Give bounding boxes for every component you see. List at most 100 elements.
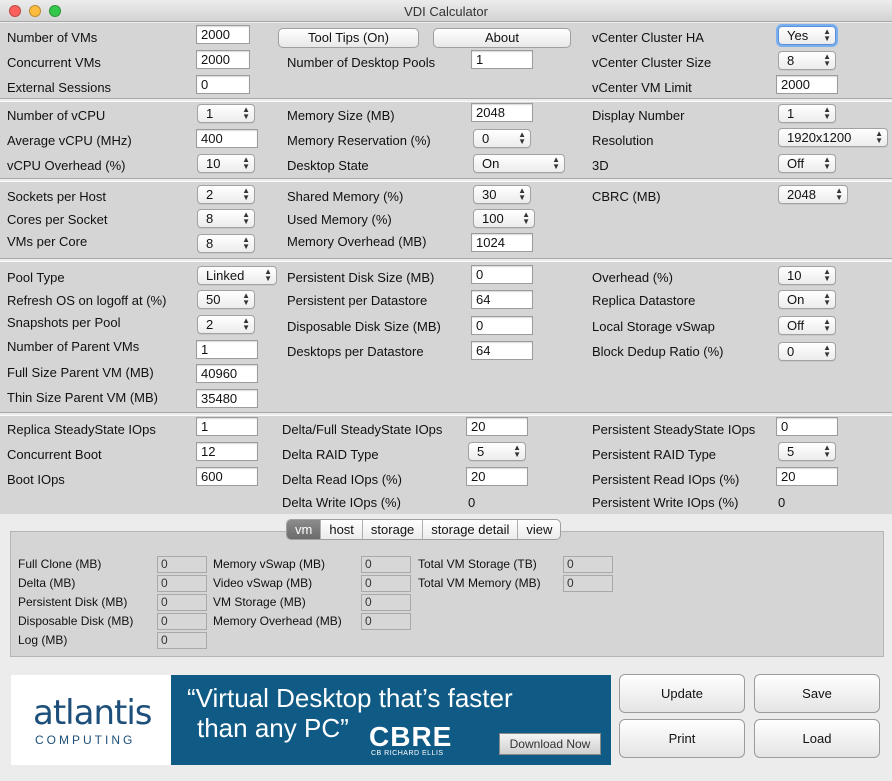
ad-banner[interactable]: atlantis COMPUTING “Virtual Desktop that… bbox=[11, 675, 611, 765]
vm-limit-input[interactable]: 2000 bbox=[776, 75, 838, 94]
delta-steady-input[interactable]: 20 bbox=[466, 417, 528, 436]
refresh-label: Refresh OS on logoff at (%) bbox=[7, 293, 167, 308]
desktop-pools-input[interactable]: 1 bbox=[471, 50, 533, 69]
vcpu-overhead-label: vCPU Overhead (%) bbox=[7, 158, 126, 173]
sockets-label: Sockets per Host bbox=[7, 189, 106, 204]
sockets-select[interactable]: 2 ▲ ▼ bbox=[197, 185, 255, 204]
stepper-arrows-icon: ▲ ▼ bbox=[823, 291, 831, 307]
parent-vms-input[interactable]: 1 bbox=[196, 340, 258, 359]
persistent-raid-value: 5 bbox=[787, 444, 795, 459]
cbrc-select[interactable]: 2048 ▲ ▼ bbox=[778, 185, 848, 204]
results-panel: Full Clone (MB) 0 Delta (MB) 0 Persisten… bbox=[10, 531, 884, 657]
replica-ds-select[interactable]: On ▲ ▼ bbox=[778, 290, 836, 309]
stepper-arrows-icon: ▲ ▼ bbox=[242, 235, 250, 251]
total-storage-output: 0 bbox=[563, 556, 613, 573]
log-output: 0 bbox=[157, 632, 207, 649]
desktop-state-value: On bbox=[482, 156, 500, 171]
stepper-arrows-icon: ▲ ▼ bbox=[835, 186, 843, 202]
delta-raid-label: Delta RAID Type bbox=[282, 447, 379, 462]
tab-view[interactable]: view bbox=[518, 520, 560, 539]
dedup-select[interactable]: 0 ▲ ▼ bbox=[778, 342, 836, 361]
load-button[interactable]: Load bbox=[754, 719, 880, 758]
cbre-logo-subtitle: CB RICHARD ELLIS bbox=[371, 750, 444, 757]
stepper-arrows-icon: ▲ ▼ bbox=[242, 210, 250, 226]
replica-steady-input[interactable]: 1 bbox=[196, 417, 258, 436]
delta-raid-select[interactable]: 5 ▲ ▼ bbox=[468, 442, 526, 461]
memory-overhead-label: Memory Overhead (MB) bbox=[287, 234, 427, 249]
used-memory-select[interactable]: 100 ▲ ▼ bbox=[473, 209, 535, 228]
persistent-read-input[interactable]: 20 bbox=[776, 467, 838, 486]
memory-overhead-output-label: Memory Overhead (MB) bbox=[213, 614, 342, 628]
persistent-per-ds-input[interactable]: 64 bbox=[471, 290, 533, 309]
memory-size-input[interactable]: 2048 bbox=[471, 103, 533, 122]
video-vswap-output: 0 bbox=[361, 575, 411, 592]
persistent-steady-input[interactable]: 0 bbox=[776, 417, 838, 436]
cluster-ha-select[interactable]: Yes ▲ ▼ bbox=[778, 26, 836, 45]
boot-iops-input[interactable]: 600 bbox=[196, 467, 258, 486]
vms-per-core-value: 8 bbox=[206, 236, 214, 251]
refresh-select[interactable]: 50 ▲ ▼ bbox=[197, 290, 255, 309]
external-sessions-input[interactable]: 0 bbox=[196, 75, 250, 94]
tab-vm[interactable]: vm bbox=[287, 520, 322, 539]
desktops-per-ds-input[interactable]: 64 bbox=[471, 341, 533, 360]
local-vswap-value: Off bbox=[787, 318, 805, 333]
tab-storage[interactable]: storage bbox=[363, 520, 424, 539]
delta-read-input[interactable]: 20 bbox=[466, 467, 528, 486]
desktop-state-select[interactable]: On ▲ ▼ bbox=[473, 154, 565, 173]
persistent-raid-select[interactable]: 5 ▲ ▼ bbox=[778, 442, 836, 461]
full-parent-input[interactable]: 40960 bbox=[196, 364, 258, 383]
log-output-label: Log (MB) bbox=[18, 633, 68, 647]
download-now-button[interactable]: Download Now bbox=[499, 733, 601, 755]
concurrent-vms-input[interactable]: 2000 bbox=[196, 50, 250, 69]
pool-type-select[interactable]: Linked ▲ ▼ bbox=[197, 266, 277, 285]
delta-write-value: 0 bbox=[468, 495, 476, 510]
print-button[interactable]: Print bbox=[619, 719, 745, 758]
tooltips-toggle-button[interactable]: Tool Tips (On) bbox=[278, 28, 419, 48]
cores-select[interactable]: 8 ▲ ▼ bbox=[197, 209, 255, 228]
num-vms-input[interactable]: 2000 bbox=[196, 25, 250, 44]
ad-brand-area: atlantis COMPUTING bbox=[11, 675, 171, 765]
shared-memory-select[interactable]: 30 ▲ ▼ bbox=[473, 185, 531, 204]
delta-write-label: Delta Write IOps (%) bbox=[282, 495, 401, 510]
replica-ds-label: Replica Datastore bbox=[592, 293, 696, 308]
parent-vms-label: Number of Parent VMs bbox=[7, 339, 140, 354]
display-number-label: Display Number bbox=[592, 108, 685, 123]
persistent-disk-output: 0 bbox=[157, 594, 207, 611]
display-number-select[interactable]: 1 ▲ ▼ bbox=[778, 104, 836, 123]
used-memory-value: 100 bbox=[482, 211, 504, 226]
save-button[interactable]: Save bbox=[754, 674, 880, 713]
stepper-arrows-icon: ▲ ▼ bbox=[522, 210, 530, 226]
persistent-disk-output-label: Persistent Disk (MB) bbox=[18, 595, 128, 609]
memory-reservation-value: 0 bbox=[482, 131, 490, 146]
threed-select[interactable]: Off ▲ ▼ bbox=[778, 154, 836, 173]
stepper-arrows-icon: ▲ ▼ bbox=[242, 316, 250, 332]
snapshots-value: 2 bbox=[206, 317, 214, 332]
avg-vcpu-label: Average vCPU (MHz) bbox=[7, 133, 132, 148]
snapshots-select[interactable]: 2 ▲ ▼ bbox=[197, 315, 255, 334]
disposable-disk-input[interactable]: 0 bbox=[471, 316, 533, 335]
num-vcpu-select[interactable]: 1 ▲ ▼ bbox=[197, 104, 255, 123]
tab-host[interactable]: host bbox=[321, 520, 363, 539]
update-button[interactable]: Update bbox=[619, 674, 745, 713]
memory-overhead-input[interactable]: 1024 bbox=[471, 233, 533, 252]
about-button[interactable]: About bbox=[433, 28, 571, 48]
atlantis-logo: atlantis bbox=[33, 693, 152, 733]
cluster-size-select[interactable]: 8 ▲ ▼ bbox=[778, 51, 836, 70]
persistent-disk-input[interactable]: 0 bbox=[471, 265, 533, 284]
stepper-arrows-icon: ▲ ▼ bbox=[823, 317, 831, 333]
resolution-select[interactable]: 1920x1200 ▲ ▼ bbox=[778, 128, 888, 147]
dedup-label: Block Dedup Ratio (%) bbox=[592, 344, 724, 359]
local-vswap-select[interactable]: Off ▲ ▼ bbox=[778, 316, 836, 335]
vcpu-overhead-select[interactable]: 10 ▲ ▼ bbox=[197, 154, 255, 173]
num-vcpu-value: 1 bbox=[206, 106, 214, 121]
thin-parent-input[interactable]: 35480 bbox=[196, 389, 258, 408]
avg-vcpu-input[interactable]: 400 bbox=[196, 129, 258, 148]
full-clone-label: Full Clone (MB) bbox=[18, 557, 102, 571]
concurrent-boot-input[interactable]: 12 bbox=[196, 442, 258, 461]
overhead-select[interactable]: 10 ▲ ▼ bbox=[778, 266, 836, 285]
tab-storage-detail[interactable]: storage detail bbox=[423, 520, 519, 539]
memory-reservation-select[interactable]: 0 ▲ ▼ bbox=[473, 129, 531, 148]
cores-label: Cores per Socket bbox=[7, 212, 108, 227]
vms-per-core-select[interactable]: 8 ▲ ▼ bbox=[197, 234, 255, 253]
pool-storage-section: Pool Type Linked ▲ ▼ Refresh OS on logoff … bbox=[0, 262, 892, 412]
